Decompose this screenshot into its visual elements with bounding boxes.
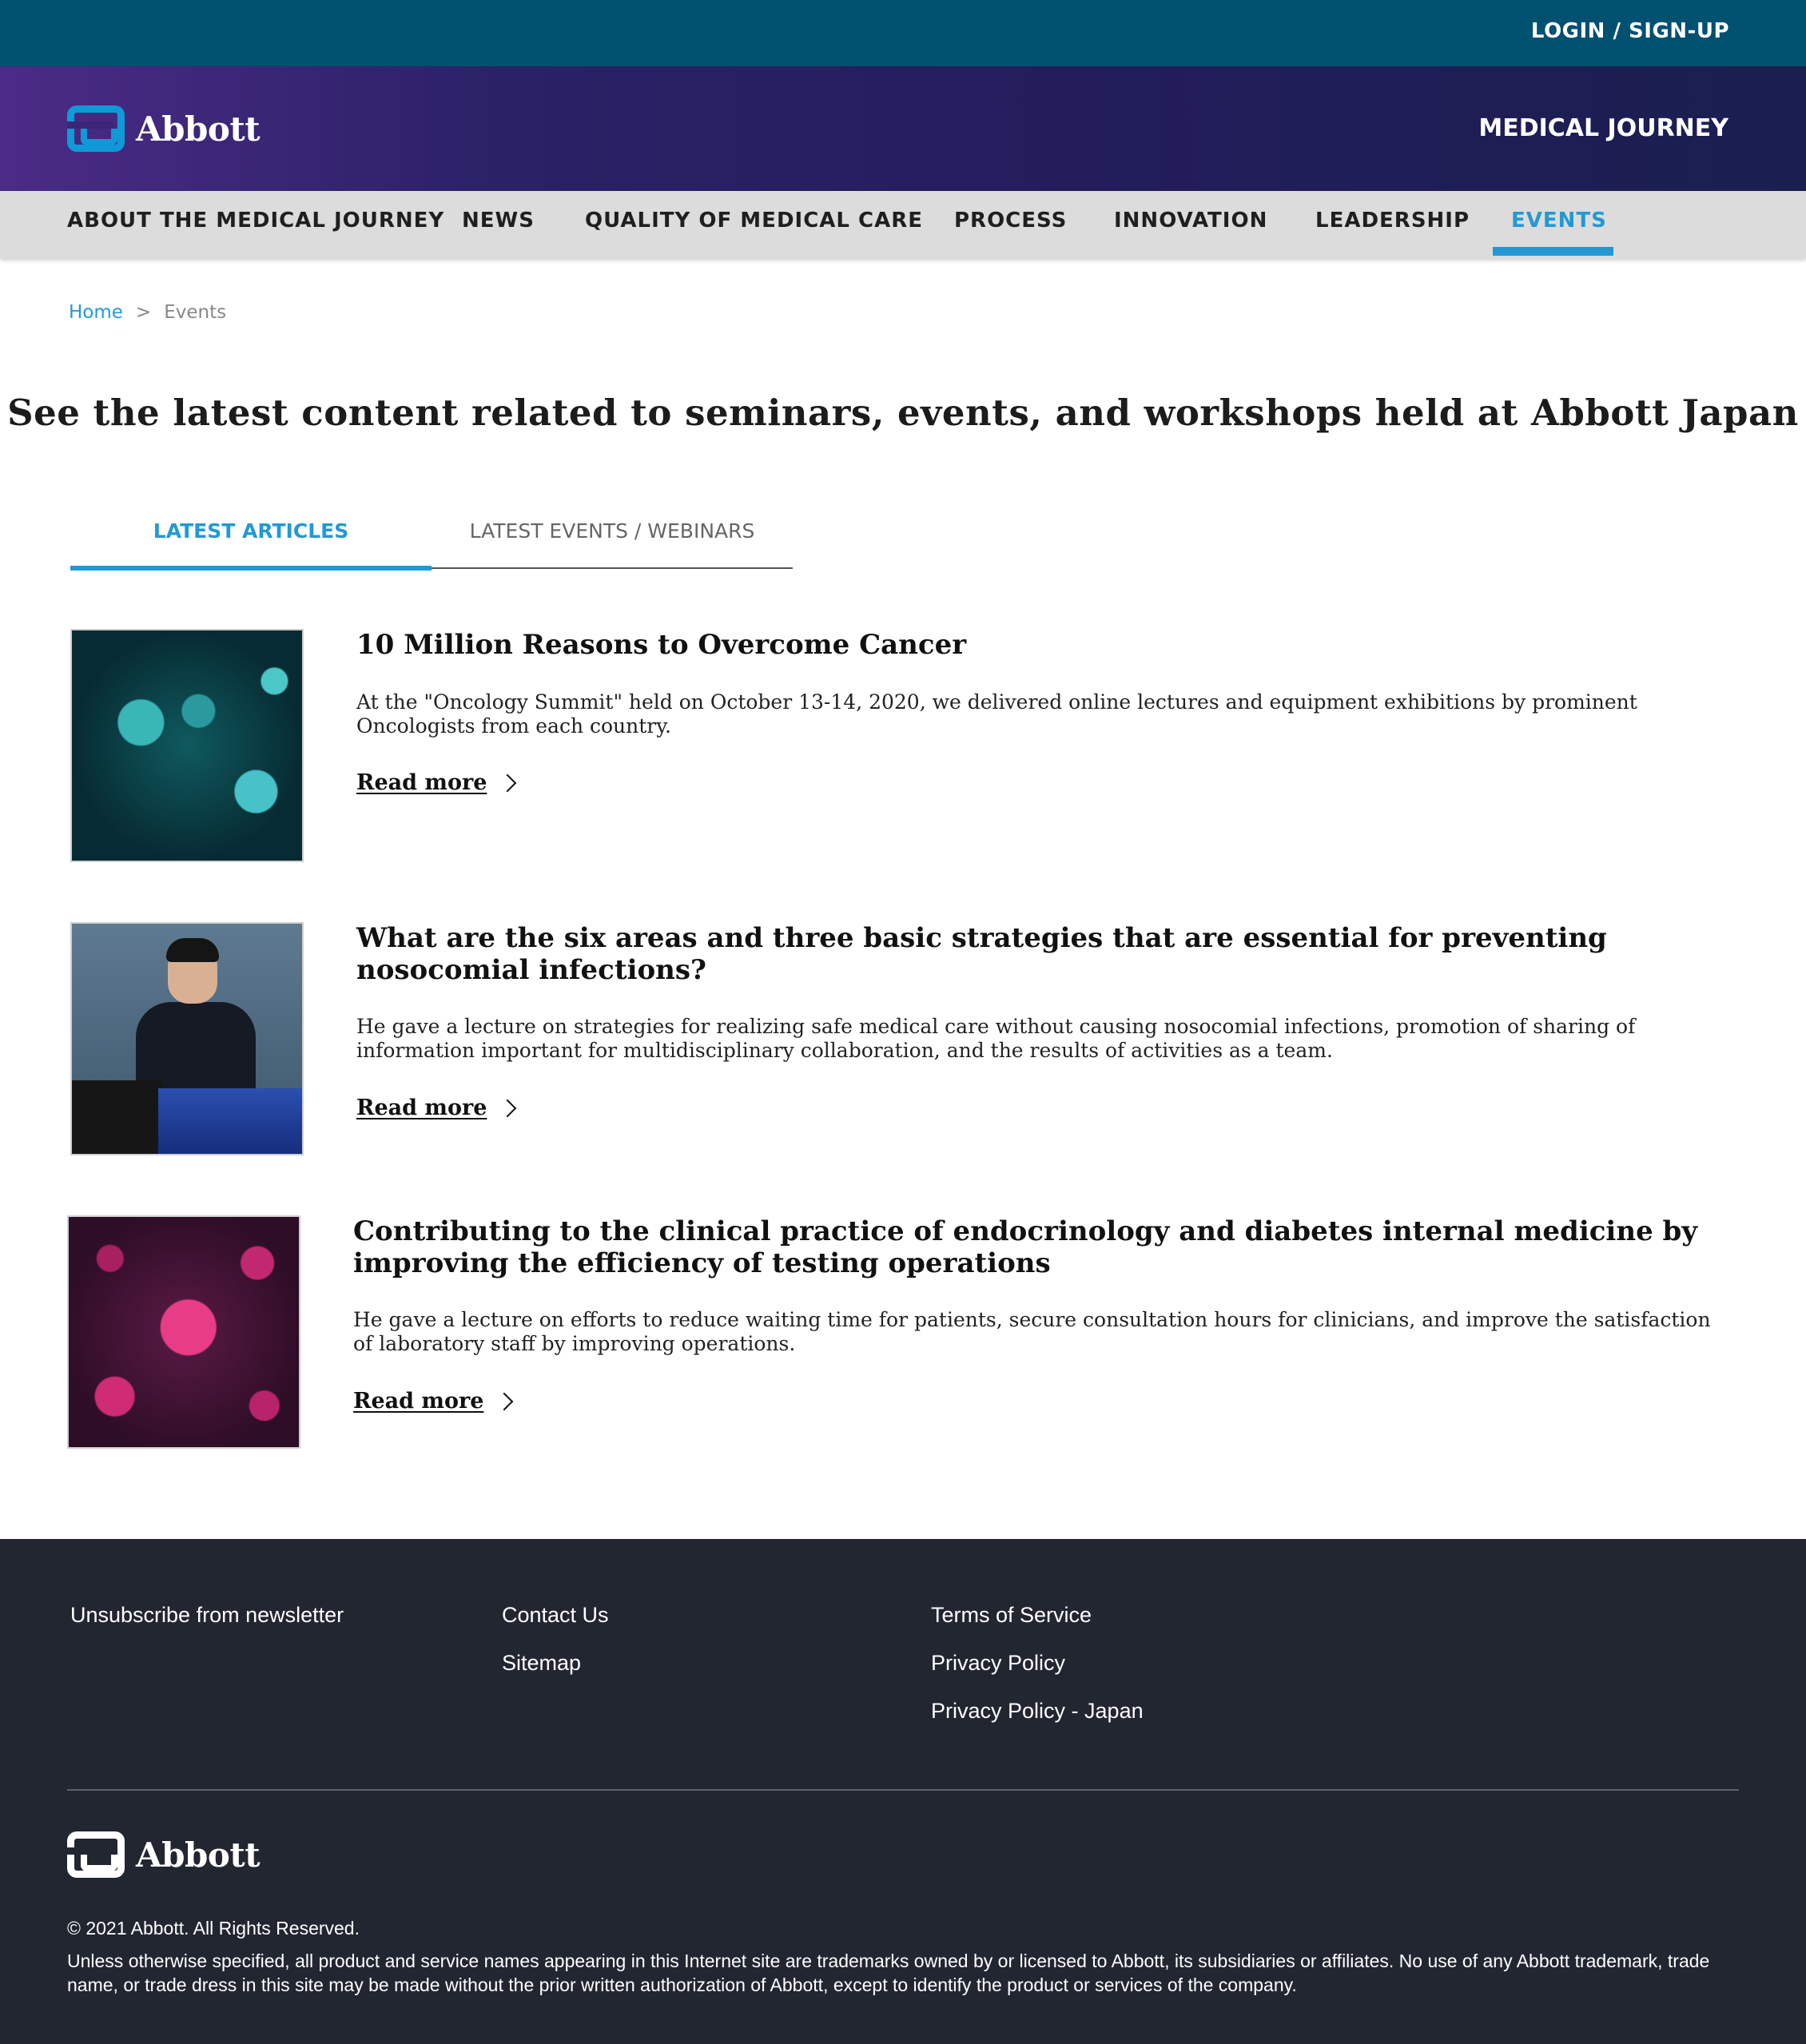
tab-active-indicator (70, 566, 432, 571)
footer-privacy-link[interactable]: Privacy Policy (931, 1651, 1065, 1676)
nav-item-quality[interactable]: QUALITY OF MEDICAL CARE (585, 209, 923, 233)
nav-item-about[interactable]: ABOUT THE MEDICAL JOURNEY (67, 209, 444, 233)
abbott-logo-icon (67, 1831, 125, 1878)
site-title[interactable]: MEDICAL JOURNEY (1478, 114, 1728, 142)
footer-divider (67, 1789, 1739, 1791)
read-more-label: Read more (353, 1389, 484, 1414)
nav-item-innovation[interactable]: INNOVATION (1114, 209, 1267, 233)
article-title[interactable]: What are the six areas and three basic s… (356, 922, 1731, 986)
read-more-link[interactable]: Read more (353, 1389, 514, 1414)
breadcrumb-current: Events (164, 302, 227, 323)
content-tabs: LATEST ARTICLES LATEST EVENTS / WEBINARS (70, 511, 793, 571)
footer-abbott-logo[interactable]: Abbott (67, 1831, 261, 1878)
footer: Unsubscribe from newsletter Contact Us S… (0, 1539, 1806, 2044)
tab-latest-events-webinars[interactable]: LATEST EVENTS / WEBINARS (432, 519, 793, 543)
footer-logo-text: Abbott (136, 1835, 261, 1875)
chevron-right-icon (499, 773, 517, 792)
footer-unsubscribe-link[interactable]: Unsubscribe from newsletter (70, 1603, 344, 1628)
article-summary: He gave a lecture on efforts to reduce w… (353, 1308, 1711, 1355)
footer-privacy-japan-link[interactable]: Privacy Policy - Japan (931, 1699, 1144, 1724)
nav-item-process[interactable]: PROCESS (954, 209, 1067, 233)
read-more-label: Read more (356, 1096, 487, 1120)
footer-contact-link[interactable]: Contact Us (502, 1603, 609, 1628)
podium (72, 1080, 302, 1154)
breadcrumb-separator: > (135, 302, 152, 323)
article-title[interactable]: Contributing to the clinical practice of… (353, 1215, 1728, 1279)
trademark-disclaimer: Unless otherwise specified, all product … (67, 1951, 1710, 1995)
footer-sitemap-link[interactable]: Sitemap (502, 1651, 581, 1676)
article-image-teal-virus[interactable] (70, 629, 304, 862)
read-more-label: Read more (356, 770, 487, 795)
article-summary: At the "Oncology Summit" held on October… (356, 690, 1637, 738)
article-card: What are the six areas and three basic s… (0, 922, 1806, 1155)
utility-bar: LOGIN / SIGN-UP (0, 0, 1806, 66)
chevron-right-icon (499, 1099, 517, 1117)
article-card: Contributing to the clinical practice of… (0, 1215, 1806, 1449)
abbott-logo-icon (67, 105, 125, 152)
copyright-text: © 2021 Abbott. All Rights Reserved. (67, 1918, 360, 1939)
brand-header: Abbott MEDICAL JOURNEY (0, 66, 1806, 191)
nav-item-leadership[interactable]: LEADERSHIP (1315, 209, 1470, 233)
chevron-right-icon (495, 1392, 514, 1410)
abbott-logo[interactable]: Abbott (67, 104, 261, 153)
article-card: 10 Million Reasons to Overcome Cancer At… (0, 629, 1806, 862)
read-more-link[interactable]: Read more (356, 1096, 517, 1120)
nav-item-news[interactable]: NEWS (462, 209, 535, 233)
footer-terms-link[interactable]: Terms of Service (931, 1603, 1092, 1628)
breadcrumb: Home > Events (69, 302, 226, 323)
breadcrumb-home-link[interactable]: Home (69, 302, 123, 323)
article-title[interactable]: 10 Million Reasons to Overcome Cancer (356, 629, 1731, 661)
logo-text: Abbott (136, 109, 261, 149)
tab-latest-articles[interactable]: LATEST ARTICLES (70, 519, 432, 543)
article-image-pink-virus[interactable] (67, 1215, 300, 1449)
nav-item-events[interactable]: EVENTS (1511, 209, 1607, 233)
article-image-speaker[interactable] (70, 922, 304, 1155)
login-signup-link[interactable]: LOGIN / SIGN-UP (1531, 19, 1729, 43)
article-summary: He gave a lecture on strategies for real… (356, 1015, 1636, 1062)
nav-active-indicator (1493, 247, 1613, 256)
main-nav: ABOUT THE MEDICAL JOURNEY NEWS QUALITY O… (0, 191, 1806, 258)
page-heading: See the latest content related to semina… (7, 392, 1799, 434)
read-more-link[interactable]: Read more (356, 770, 517, 795)
